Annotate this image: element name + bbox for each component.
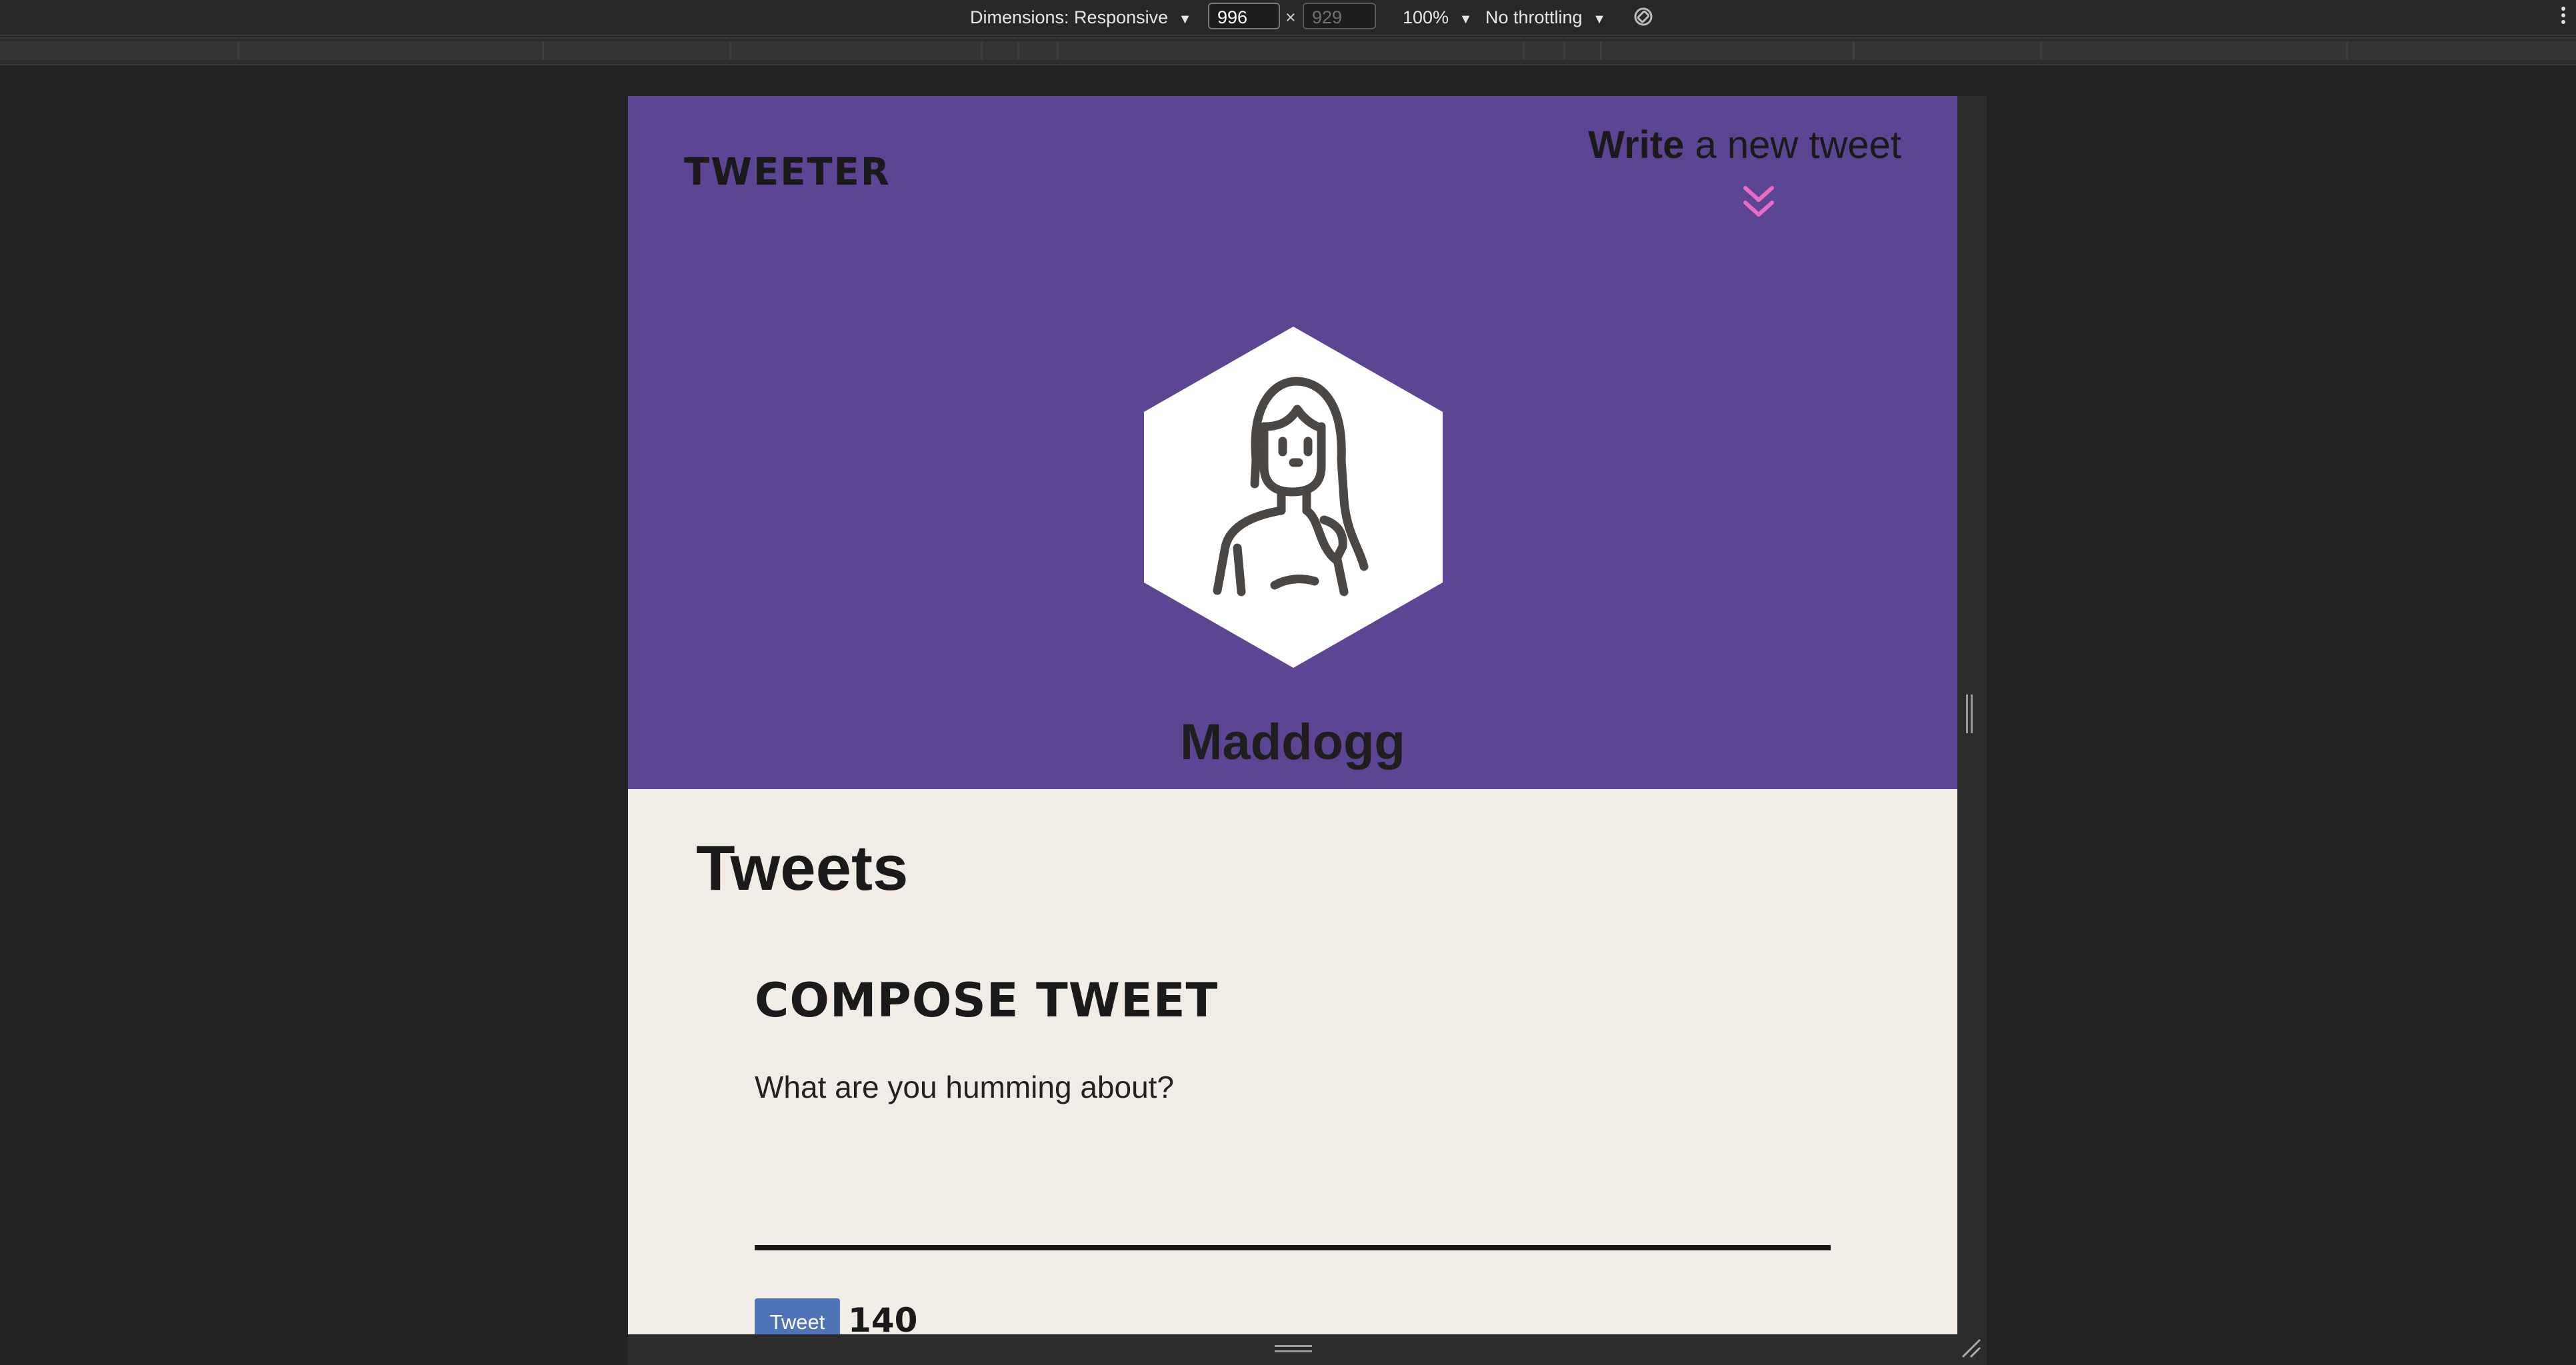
double-chevron-down-icon[interactable] (1739, 183, 1779, 223)
profile-header: TWEETER Write a new tweet Maddogg (628, 96, 1957, 789)
write-link-bold: Write (1588, 123, 1685, 167)
avatar (1144, 327, 1443, 668)
write-link-text: a new tweet (1695, 123, 1901, 167)
character-counter: 140 (848, 1301, 918, 1334)
dimensions-label: Dimensions: Responsive (970, 7, 1169, 27)
devtools-toolbar: Dimensions: Responsive ▼ 996 × 929 100% … (0, 0, 2576, 36)
media-query-segment[interactable] (983, 41, 1019, 60)
kebab-menu-icon[interactable] (2560, 4, 2567, 27)
media-query-segment[interactable] (731, 41, 983, 60)
media-query-segment[interactable] (1525, 41, 1565, 60)
tweet-text-input[interactable] (755, 1069, 1831, 1250)
media-query-segment[interactable] (1059, 41, 1525, 60)
profile-username: Maddogg (1180, 714, 1405, 770)
tweets-heading: Tweets (696, 832, 909, 904)
media-query-segment[interactable] (2348, 41, 2576, 60)
media-query-segment[interactable] (1019, 41, 1059, 60)
zoom-label: 100% (1403, 7, 1449, 27)
resize-handle-right[interactable] (1966, 694, 1974, 733)
resize-handle-bottom[interactable] (1275, 1345, 1312, 1354)
media-query-segment[interactable] (1565, 41, 1602, 60)
height-input[interactable]: 929 (1303, 3, 1376, 29)
media-query-segment[interactable] (544, 41, 731, 60)
media-query-segment[interactable] (0, 41, 239, 60)
compose-tweet-heading: COMPOSE TWEET (755, 973, 1219, 1028)
width-input[interactable]: 996 (1208, 3, 1280, 29)
media-query-segment[interactable] (2042, 41, 2348, 60)
dropdown-arrow-icon: ▼ (1593, 12, 1606, 27)
tweets-section: Tweets COMPOSE TWEET Tweet 140 (628, 789, 1957, 1334)
write-tweet-link[interactable]: Write a new tweet (1588, 123, 1901, 167)
tweet-submit-button[interactable]: Tweet (755, 1298, 840, 1334)
media-query-bar (0, 37, 2576, 65)
site-logo[interactable]: TWEETER (684, 151, 891, 194)
dropdown-arrow-icon: ▼ (1178, 12, 1192, 27)
media-query-segment[interactable] (1855, 41, 2042, 60)
zoom-dropdown[interactable]: 100% ▼ (1403, 5, 1472, 29)
resize-corner-icon[interactable] (1960, 1337, 1983, 1360)
dropdown-arrow-icon: ▼ (1459, 12, 1473, 27)
throttling-dropdown[interactable]: No throttling ▼ (1485, 5, 1606, 29)
throttling-label: No throttling (1485, 7, 1583, 27)
emulated-viewport: TWEETER Write a new tweet Maddogg Tweets… (628, 96, 1957, 1334)
media-query-segment[interactable] (1602, 41, 1855, 60)
rotate-icon[interactable] (1632, 5, 1655, 28)
media-query-segment[interactable] (239, 41, 544, 60)
dimensions-dropdown[interactable]: Dimensions: Responsive ▼ (970, 5, 1191, 29)
times-symbol: × (1285, 7, 1296, 27)
